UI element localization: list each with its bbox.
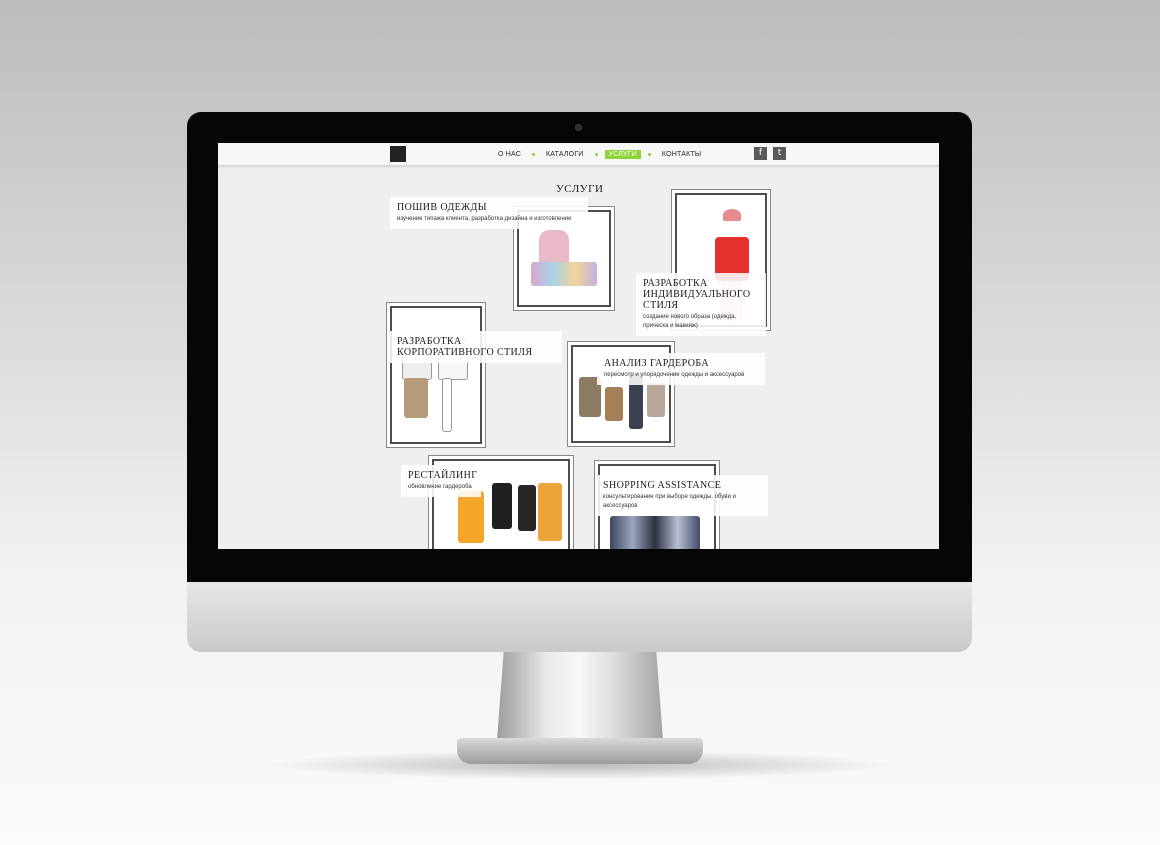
- service-description: консультирование при выборе одежды, обув…: [603, 494, 736, 509]
- illustration-orange-coat: [538, 483, 562, 541]
- service-title: ПОШИВ ОДЕЖДЫ: [397, 202, 487, 213]
- facebook-icon[interactable]: f: [754, 147, 767, 160]
- service-title: SHOPPING ASSISTANCE: [603, 480, 722, 491]
- twitter-icon[interactable]: t: [773, 147, 786, 160]
- service-image-corporate-style[interactable]: [390, 306, 482, 444]
- nav-separator: [647, 152, 651, 156]
- nav-separator: [594, 152, 598, 156]
- page-title: УСЛУГИ: [556, 183, 604, 195]
- nav-item-services[interactable]: УСЛУГИ: [604, 149, 641, 159]
- nav-separator: [532, 152, 536, 156]
- service-title: РАЗРАБОТКА КОРПОРАТИВНОГО СТИЛЯ: [397, 336, 533, 358]
- service-title: РЕСТАЙЛИНГ: [408, 470, 478, 481]
- main-nav: О НАС КАТАЛОГИ УСЛУГИ КОНТАКТЫ: [494, 147, 705, 161]
- top-navbar: О НАС КАТАЛОГИ УСЛУГИ КОНТАКТЫ f t: [218, 143, 939, 166]
- monitor-stand-base: [457, 738, 703, 764]
- illustration-black-dress: [518, 485, 536, 531]
- illustration-skirt: [404, 378, 428, 418]
- camera-icon: [575, 124, 582, 131]
- nav-item-contacts[interactable]: КОНТАКТЫ: [658, 150, 705, 159]
- illustration-trousers: [442, 378, 452, 432]
- service-card-tailoring[interactable]: ПОШИВ ОДЕЖДЫ изучение типажа клиента, ра…: [390, 197, 588, 229]
- service-card-individual-style[interactable]: РАЗРАБОТКА ИНДИВИДУАЛЬНОГО СТИЛЯ создани…: [636, 273, 766, 336]
- monitor-stand: [497, 652, 663, 740]
- illustration-hat: [723, 209, 741, 221]
- illustration-jacket: [605, 387, 623, 421]
- illustration-black-dress: [492, 483, 512, 529]
- illustration-bag: [647, 383, 665, 417]
- nav-item-about[interactable]: О НАС: [494, 150, 525, 159]
- illustration-shoppers: [610, 516, 700, 549]
- monitor-chin: [187, 580, 972, 652]
- service-card-shopping-assistance[interactable]: SHOPPING ASSISTANCE консультирование при…: [596, 475, 768, 516]
- service-title: РАЗРАБОТКА ИНДИВИДУАЛЬНОГО СТИЛЯ: [643, 278, 751, 311]
- service-card-restyling[interactable]: РЕСТАЙЛИНГ обновление гардероба: [401, 465, 481, 497]
- nav-item-catalogs[interactable]: КАТАЛОГИ: [542, 150, 588, 159]
- service-description: пересмотр и упорядочение одежды и аксесс…: [604, 372, 745, 378]
- brand-logo[interactable]: [390, 146, 406, 162]
- service-description: обновление гардероба: [408, 484, 472, 490]
- illustration-fabric: [531, 262, 597, 286]
- service-title: АНАЛИЗ ГАРДЕРОБА: [604, 358, 709, 369]
- browser-screen: О НАС КАТАЛОГИ УСЛУГИ КОНТАКТЫ f t УСЛУГ…: [218, 143, 939, 549]
- service-card-corporate-style[interactable]: РАЗРАБОТКА КОРПОРАТИВНОГО СТИЛЯ: [390, 331, 562, 363]
- illustration-orange-coat: [458, 491, 484, 543]
- service-description: создание нового образа (одежда, прическа…: [643, 314, 737, 329]
- service-description: изучение типажа клиента, разработка диза…: [397, 216, 572, 222]
- service-card-wardrobe-analysis[interactable]: АНАЛИЗ ГАРДЕРОБА пересмотр и упорядочени…: [597, 353, 765, 385]
